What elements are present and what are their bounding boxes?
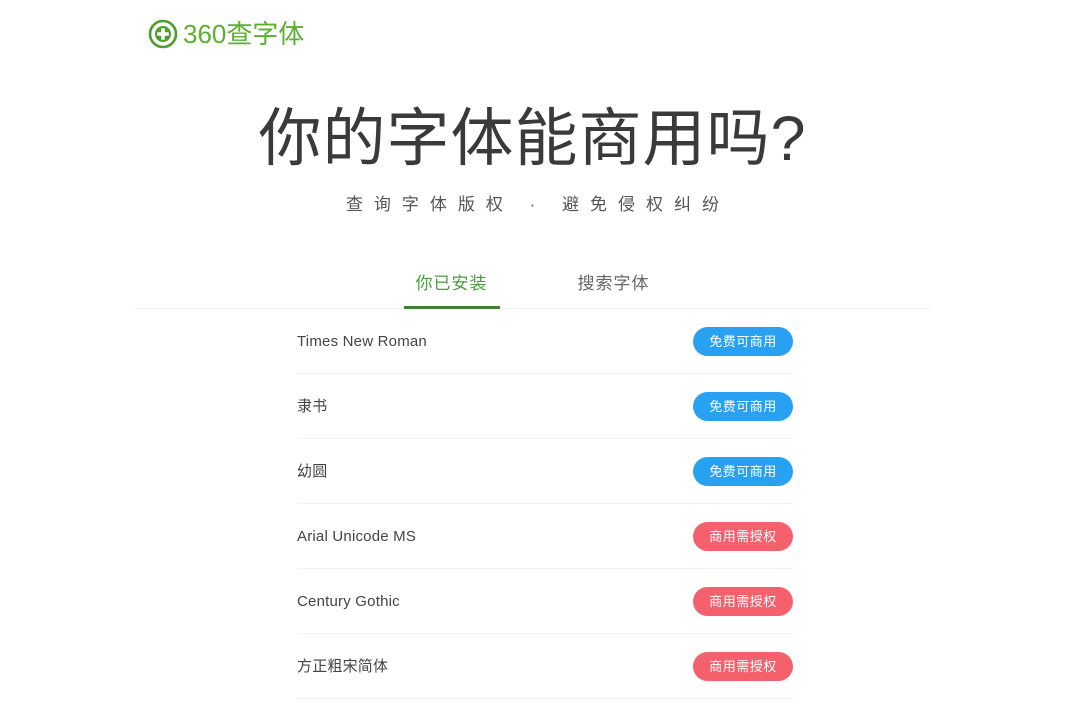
status-badge[interactable]: 商用需授权 bbox=[693, 586, 793, 616]
font-name: 幼圆 bbox=[297, 462, 328, 480]
hero-section: 你的字体能商用吗? 查询字体版权 · 避免侵权纠纷 bbox=[0, 68, 1065, 215]
tab-bar: 你已安装 搜索字体 bbox=[135, 267, 930, 310]
circle-plus-shield-icon bbox=[148, 19, 178, 49]
status-badge[interactable]: 免费可商用 bbox=[693, 456, 793, 486]
status-badge[interactable]: 免费可商用 bbox=[693, 391, 793, 421]
page-title: 你的字体能商用吗? bbox=[258, 104, 807, 174]
tab-search[interactable]: 搜索字体 bbox=[560, 267, 668, 308]
status-badge[interactable]: 商用需授权 bbox=[693, 521, 793, 551]
font-name: 方正粗宋简体 bbox=[297, 657, 389, 675]
table-row[interactable]: Times New Roman 免费可商用 bbox=[297, 309, 793, 375]
font-list: Times New Roman 免费可商用 隶书 免费可商用 幼圆 免费可商用 … bbox=[297, 309, 793, 700]
site-logo[interactable]: 360查字体 bbox=[148, 19, 304, 49]
table-row[interactable]: 幼圆 免费可商用 bbox=[297, 439, 793, 505]
main-content: 你的字体能商用吗? 查询字体版权 · 避免侵权纠纷 你已安装 搜索字体 Time… bbox=[0, 68, 1065, 700]
font-name: Century Gothic bbox=[297, 592, 400, 610]
table-row[interactable]: Century Gothic 商用需授权 bbox=[297, 569, 793, 635]
font-name: Arial Unicode MS bbox=[297, 527, 417, 545]
status-badge[interactable]: 商用需授权 bbox=[693, 651, 793, 681]
page-subtitle: 查询字体版权 · 避免侵权纠纷 bbox=[345, 194, 731, 214]
site-header: 360查字体 bbox=[0, 0, 1065, 68]
status-badge[interactable]: 免费可商用 bbox=[693, 326, 793, 356]
table-row[interactable]: Arial Unicode MS 商用需授权 bbox=[297, 504, 793, 570]
font-name: Times New Roman bbox=[297, 332, 427, 350]
table-row[interactable]: 方正粗宋简体 商用需授权 bbox=[297, 634, 793, 700]
table-row[interactable]: 隶书 免费可商用 bbox=[297, 374, 793, 440]
site-logo-text: 360查字体 bbox=[183, 19, 305, 49]
font-name: 隶书 bbox=[297, 397, 328, 415]
tab-installed[interactable]: 你已安装 bbox=[398, 267, 506, 310]
